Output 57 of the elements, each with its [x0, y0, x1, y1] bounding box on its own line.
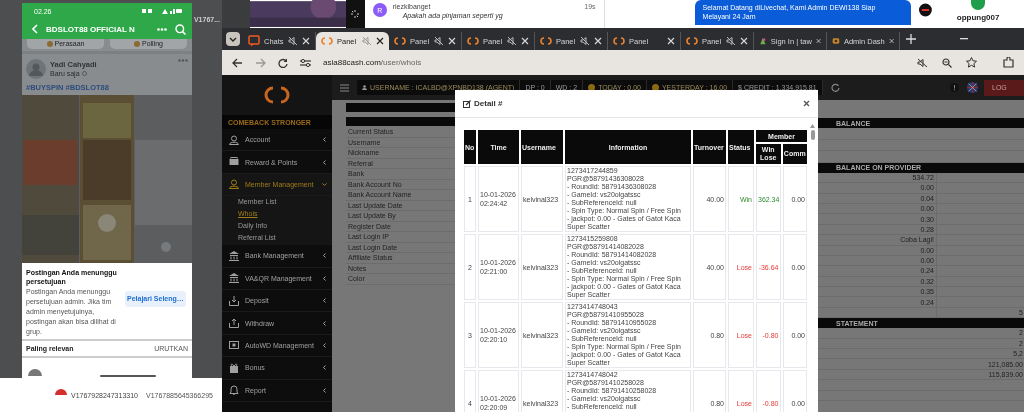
- muted-icon[interactable]: [507, 36, 517, 46]
- tab-search-button[interactable]: [226, 32, 240, 46]
- scroll-up-icon[interactable]: [810, 124, 815, 128]
- reload-icon[interactable]: [278, 57, 288, 68]
- avatar-icon: [26, 58, 46, 79]
- edit-icon: [463, 99, 471, 108]
- muted-icon[interactable]: [288, 36, 298, 46]
- dialog-title: Detail #: [474, 99, 504, 108]
- close-icon[interactable]: [376, 37, 384, 45]
- more-icon[interactable]: [157, 27, 167, 31]
- upload-icon: [229, 318, 239, 329]
- minimize-icon[interactable]: [960, 38, 968, 40]
- ring-logo-icon: [394, 35, 406, 47]
- user-icon: [229, 179, 239, 190]
- emoji-icon: [134, 40, 140, 47]
- ring-logo-icon: [540, 35, 552, 47]
- spinner-icon: [351, 10, 360, 18]
- globe-icon: [81, 71, 87, 77]
- muted-icon[interactable]: [434, 36, 444, 46]
- bank-icon: [229, 273, 239, 284]
- coin-icon: [651, 84, 659, 91]
- muted-icon[interactable]: [580, 36, 590, 46]
- gift-icon: [229, 362, 239, 373]
- ring-logo-icon: [467, 35, 479, 47]
- user-icon: [229, 134, 239, 145]
- back-icon[interactable]: [232, 57, 243, 68]
- ring-logo-icon: [613, 35, 625, 47]
- search-icon[interactable]: [175, 23, 186, 35]
- star-icon[interactable]: [966, 57, 977, 68]
- ring-logo-icon: [686, 35, 698, 47]
- flag-icon[interactable]: [967, 82, 978, 93]
- info-icon[interactable]: [950, 83, 959, 92]
- coin-icon: [588, 84, 596, 91]
- site-settings-icon[interactable]: [300, 57, 311, 68]
- new-tab-icon[interactable]: [906, 34, 916, 44]
- card-icon: [229, 157, 239, 168]
- square-icon: [229, 340, 239, 351]
- bank-icon: [229, 250, 239, 261]
- logo-icon: [919, 3, 933, 17]
- chat-icon: [248, 35, 260, 47]
- ring-logo-icon: [321, 35, 333, 47]
- close-icon[interactable]: [803, 100, 810, 107]
- avatar-icon: [28, 368, 42, 376]
- refresh-icon[interactable]: [830, 83, 840, 92]
- zoom-icon[interactable]: [942, 57, 952, 68]
- scrollbar-thumb[interactable]: [810, 130, 815, 140]
- user-avatar-icon: [971, 0, 986, 10]
- bell-icon: [229, 385, 239, 396]
- user-icon: [362, 85, 367, 90]
- extensions-icon[interactable]: [1003, 57, 1014, 68]
- status-icons: [142, 8, 182, 15]
- username: oppung007: [956, 13, 1000, 22]
- muted-icon[interactable]: [726, 36, 736, 46]
- group-title: BDSLOT88 OFFICIAL N: [46, 24, 136, 34]
- emoji-icon: [46, 40, 53, 47]
- download-icon: [229, 295, 239, 306]
- muted-icon[interactable]: [917, 57, 928, 68]
